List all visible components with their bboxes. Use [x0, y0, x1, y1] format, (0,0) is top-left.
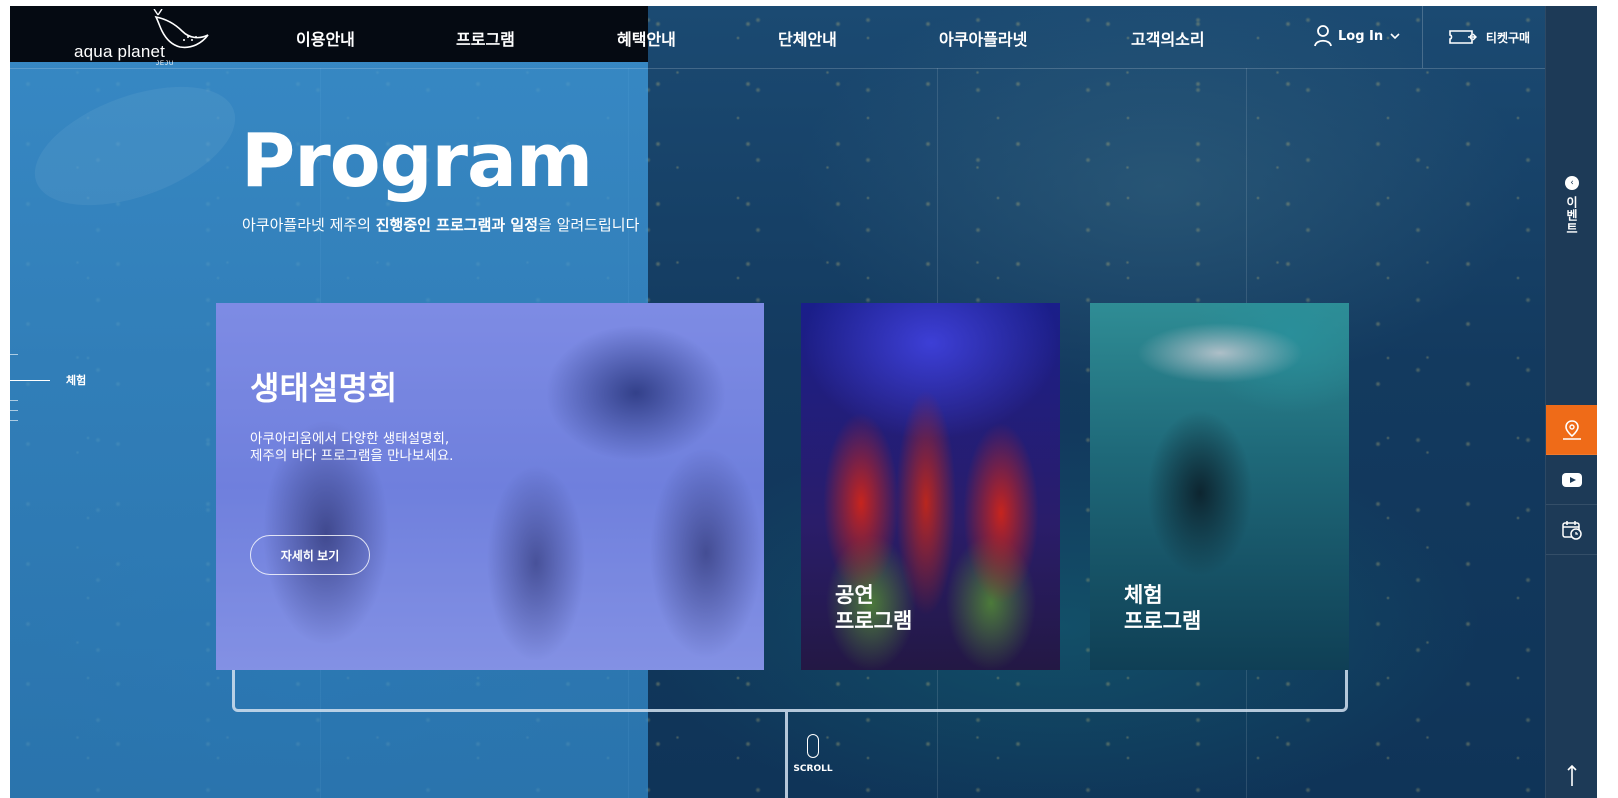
subtitle-text: 아쿠아플라넷 제주의 — [242, 216, 376, 234]
subtitle-highlight: 진행중인 프로그램과 일정 — [375, 216, 538, 234]
pager-tick[interactable] — [10, 354, 18, 355]
pager-active-label[interactable]: 체험 — [66, 372, 86, 388]
login-label: Log In — [1338, 28, 1384, 44]
card-label: 체험 프로그램 — [1124, 583, 1202, 633]
pager-active-line[interactable] — [10, 380, 50, 381]
event-tab[interactable]: ‹ 이벤트 — [1546, 176, 1598, 246]
view-details-button[interactable]: 자세히 보기 — [250, 535, 370, 575]
map-pin-icon — [1563, 419, 1581, 440]
brand-sub: JEJU — [156, 61, 175, 67]
brand-name: aqua planet — [74, 42, 166, 61]
event-label: 이벤트 — [1564, 196, 1579, 235]
youtube-button[interactable] — [1546, 455, 1598, 505]
nav-item-program[interactable]: 프로그램 — [456, 26, 515, 50]
card-experience-program[interactable]: 체험 프로그램 — [1090, 303, 1349, 670]
user-icon — [1314, 25, 1332, 47]
subtitle-text-end: 을 알려드립니다 — [538, 216, 640, 234]
pager-tick[interactable] — [10, 420, 18, 421]
ticket-purchase-button[interactable]: 티켓구매 — [1422, 6, 1555, 68]
page-background: aqua planet JEJU 이용안내 프로그램 혜택안내 단체안내 아쿠아… — [10, 6, 1555, 798]
nav-item-guide[interactable]: 이용안내 — [296, 26, 355, 50]
page-subtitle: 아쿠아플라넷 제주의 진행중인 프로그램과 일정을 알려드립니다 — [242, 214, 639, 235]
location-button[interactable] — [1546, 405, 1598, 455]
page-title: Program — [241, 118, 593, 204]
right-quick-rail: ‹ 이벤트 — [1545, 6, 1598, 798]
ticket-icon — [1449, 30, 1477, 44]
scroll-label: SCROLL — [793, 764, 833, 774]
cards-bracket — [232, 670, 1348, 712]
card-description: 아쿠아리움에서 다양한 생태설명회, 제주의 바다 프로그램을 만나보세요. — [250, 431, 454, 464]
bracket-stem — [785, 712, 788, 798]
scroll-indicator[interactable]: SCROLL — [793, 734, 833, 774]
pager-tick[interactable] — [10, 410, 18, 411]
schedule-button[interactable] — [1546, 505, 1598, 555]
card-title: 생태설명회 — [250, 369, 398, 407]
mouse-icon — [807, 734, 819, 758]
site-header: aqua planet JEJU 이용안내 프로그램 혜택안내 단체안내 아쿠아… — [10, 6, 1555, 69]
ticket-label: 티켓구매 — [1485, 30, 1531, 45]
youtube-icon — [1562, 472, 1582, 487]
chevron-down-icon — [1390, 33, 1400, 40]
nav-item-aquaplanet[interactable]: 아쿠아플라넷 — [939, 26, 1027, 50]
card-ecology-talk[interactable]: 생태설명회 아쿠아리움에서 다양한 생태설명회, 제주의 바다 프로그램을 만나… — [216, 303, 764, 670]
card-performance-program[interactable]: 공연 프로그램 — [801, 303, 1060, 670]
nav-item-benefits[interactable]: 혜택안내 — [617, 26, 676, 50]
calendar-clock-icon — [1562, 520, 1582, 540]
back-to-top-button[interactable] — [1546, 758, 1598, 794]
card-label: 공연 프로그램 — [835, 583, 913, 633]
nav-item-groups[interactable]: 단체안내 — [778, 26, 837, 50]
arrow-up-icon — [1567, 764, 1577, 786]
nav-item-voice[interactable]: 고객의소리 — [1131, 26, 1205, 50]
page-edge — [1597, 6, 1618, 798]
brand-logo[interactable]: aqua planet JEJU — [74, 9, 214, 67]
header-divider — [10, 68, 1555, 69]
chevron-left-icon: ‹ — [1565, 176, 1579, 190]
login-menu[interactable]: Log In — [1314, 25, 1401, 47]
pager-tick[interactable] — [10, 400, 18, 401]
